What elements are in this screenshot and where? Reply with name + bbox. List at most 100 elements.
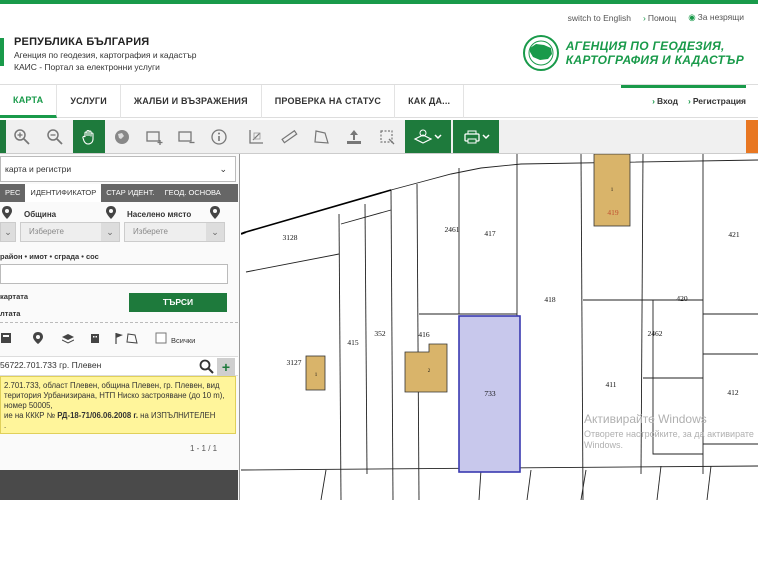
layers-dropdown-button[interactable] — [405, 120, 451, 153]
upload-button[interactable] — [340, 123, 368, 151]
result-row[interactable]: 56722.701.733 гр. Плевен + — [0, 356, 238, 376]
auth-links: › Вход › Регистрация — [652, 85, 746, 118]
main-navigation: КАРТА УСЛУГИ ЖАЛБИ И ВЪЗРАЖЕНИЯ ПРОВЕРКА… — [0, 84, 758, 118]
deselect-rectangle-icon — [178, 131, 195, 144]
accessibility-link[interactable]: ◉ За незрящи — [688, 12, 744, 23]
print-dropdown-button[interactable] — [453, 120, 499, 153]
tab-old-identifier[interactable]: СТАР ИДЕНТ. — [101, 184, 159, 202]
eye-icon: ◉ — [688, 12, 696, 22]
chevron-down-icon: ⌄ — [101, 223, 119, 241]
checkbox-icon[interactable] — [155, 332, 167, 344]
result-details-line: 2.701.733, област Плевен, община Плевен,… — [4, 381, 220, 390]
order-prefix: ие на КККР № — [4, 411, 58, 420]
tab-geodetic-base[interactable]: ГЕОД. ОСНОВА — [160, 184, 226, 202]
info-icon — [211, 129, 227, 145]
nav-map[interactable]: КАРТА — [0, 85, 58, 118]
deselect-area-button[interactable] — [172, 123, 200, 151]
parcel-label: 417 — [484, 229, 496, 238]
watermark-title: Активирайте Windows — [584, 412, 707, 426]
info-button[interactable] — [205, 123, 233, 151]
nav-status-check[interactable]: ПРОВЕРКА НА СТАТУС — [262, 85, 396, 118]
layer-dropdown[interactable]: карта и регистри ⌄ — [0, 156, 236, 182]
layers-icon[interactable] — [62, 332, 74, 344]
parcel-boundary — [478, 469, 482, 500]
identifier-hint: район • имот • сграда • сос — [0, 252, 99, 261]
calculator-icon[interactable] — [0, 332, 12, 344]
layers-info-icon — [413, 129, 442, 144]
parcel-label: 3128 — [283, 233, 298, 242]
filter-icons-row — [0, 332, 238, 348]
parcel-boundary — [340, 209, 392, 225]
zoom-out-button[interactable] — [41, 123, 69, 151]
side-panel-toggle[interactable] — [746, 120, 758, 153]
map-pin-icon[interactable] — [2, 206, 12, 219]
watermark-subtitle: Windows. — [584, 440, 624, 450]
tab-identifier[interactable]: ИДЕНТИФИКАТОР — [25, 184, 102, 202]
panel-footer — [0, 470, 238, 500]
login-link[interactable]: › Вход — [652, 85, 678, 118]
parcel-boundary — [526, 469, 532, 500]
top-accent-bar — [0, 0, 758, 4]
building-icon[interactable] — [89, 332, 101, 344]
parcel-boundary — [390, 189, 394, 500]
search-icon[interactable] — [199, 359, 214, 374]
search-button[interactable]: ТЪРСИ — [129, 293, 227, 312]
select-area-button[interactable] — [140, 123, 168, 151]
region-select[interactable]: ⌄ — [0, 222, 16, 242]
chevron-down-icon: ⌄ — [1, 223, 15, 241]
layer-dropdown-value: карта и регистри — [5, 164, 72, 174]
help-link[interactable]: › Помощ — [643, 13, 676, 23]
zoom-in-button[interactable] — [8, 123, 36, 151]
agency-subtitle: Агенция по геодезия, картография и кадас… — [14, 50, 197, 60]
grid-measure-button[interactable] — [242, 123, 270, 151]
parcel-boundary — [245, 253, 340, 273]
login-label: Вход — [656, 96, 678, 106]
order-number: РД-18-71/06.06.2008 г. — [57, 411, 138, 420]
map-pin-icon[interactable] — [32, 332, 44, 344]
chevron-right-icon: › — [652, 96, 655, 106]
flag-icon[interactable] — [113, 332, 125, 344]
pan-button[interactable] — [73, 120, 105, 153]
parcel-boundary — [580, 469, 587, 500]
ruler-icon — [281, 129, 298, 144]
map-pin-icon[interactable] — [106, 206, 116, 219]
parcel-label: 411 — [606, 380, 617, 389]
clear-selection-button[interactable] — [373, 123, 401, 151]
result-details: 2.701.733, област Плевен, община Плевен,… — [0, 376, 236, 434]
municipality-label: Община — [24, 210, 57, 219]
result-details-line: територия Урбанизирана, НТП Ниско застро… — [4, 391, 225, 400]
watermark-subtitle: Отворете настройките, за да активирате — [584, 429, 754, 439]
settlement-select[interactable]: Изберете ⌄ — [124, 222, 225, 242]
order-suffix: на ИЗПЪЛНИТЕЛЕН — [138, 411, 216, 420]
tab-address[interactable]: РЕС — [0, 184, 25, 202]
polygon-icon[interactable] — [126, 332, 138, 344]
register-link[interactable]: › Регистрация — [688, 85, 746, 118]
agency-logo-line2: КАРТОГРАФИЯ И КАДАСТЪР — [565, 53, 744, 67]
nav-how-to[interactable]: КАК ДА... — [395, 85, 465, 118]
agency-logo-block[interactable]: АГЕНЦИЯ ПО ГЕОДЕЗИЯ, КАРТОГРАФИЯ И КАДАС… — [522, 34, 744, 72]
zoom-out-icon — [47, 129, 63, 145]
municipality-select[interactable]: Изберете ⌄ — [20, 222, 120, 242]
identifier-input[interactable] — [0, 264, 228, 284]
upload-icon — [347, 130, 361, 144]
search-tabs: РЕС ИДЕНТИФИКАТОР СТАР ИДЕНТ. ГЕОД. ОСНО… — [0, 184, 238, 202]
map-pin-icon[interactable] — [210, 206, 220, 219]
parcel-label: 421 — [728, 230, 740, 239]
help-link-label: Помощ — [647, 12, 677, 23]
globe-button[interactable] — [108, 123, 136, 151]
select-rectangle-icon — [146, 131, 163, 145]
register-label: Регистрация — [692, 96, 746, 106]
country-title: РЕПУБЛИКА БЪЛГАРИЯ — [14, 36, 150, 48]
zoom-in-icon — [14, 129, 30, 145]
hand-icon — [82, 129, 94, 145]
measure-area-button[interactable] — [307, 123, 335, 151]
nav-services[interactable]: УСЛУГИ — [57, 85, 121, 118]
measure-distance-button[interactable] — [275, 123, 303, 151]
globe-icon — [115, 130, 129, 144]
parcel-boundary — [706, 465, 712, 500]
settlement-select-value: Изберете — [133, 227, 168, 236]
add-result-button[interactable]: + — [217, 358, 235, 376]
switch-language-link[interactable]: switch to English — [568, 13, 631, 23]
nav-complaints[interactable]: ЖАЛБИ И ВЪЗРАЖЕНИЯ — [121, 85, 262, 118]
map-toolbar — [0, 120, 758, 154]
